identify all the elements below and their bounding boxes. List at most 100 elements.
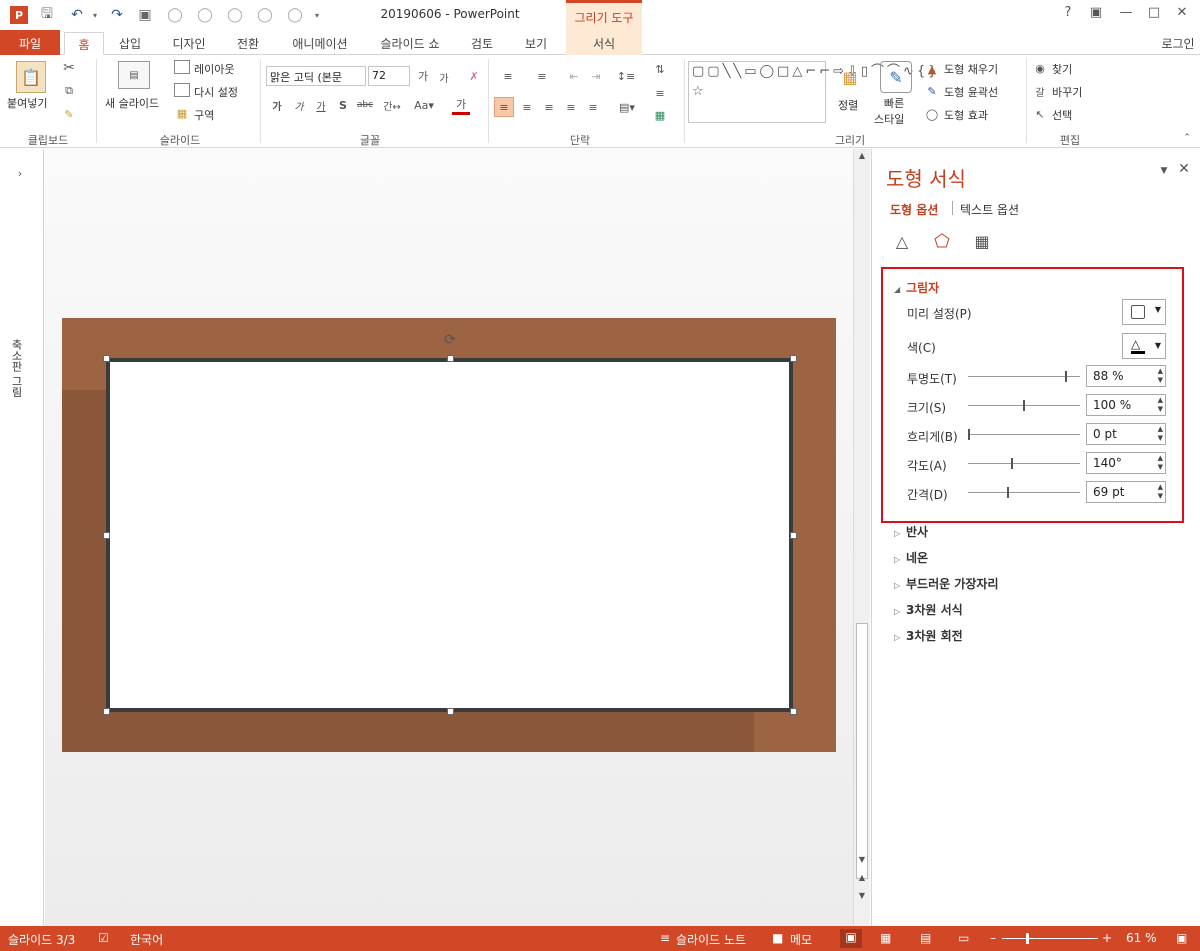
copy-icon[interactable]: ⧉	[60, 82, 78, 100]
resize-handle[interactable]	[103, 355, 110, 362]
shape-effects-icon[interactable]: ◯	[924, 106, 940, 122]
shape-fill-icon[interactable]: ▲	[924, 61, 940, 77]
line-spacing-icon[interactable]: ↕≡	[614, 67, 638, 85]
paste-button[interactable]: 붙여넣기	[7, 95, 47, 111]
zoom-in-icon[interactable]: +	[1102, 931, 1112, 945]
tab-format[interactable]: 서식	[566, 30, 642, 55]
increase-indent-icon[interactable]: ⇥	[588, 67, 604, 85]
paste-icon[interactable]: 📋	[16, 61, 46, 93]
scroll-up-icon[interactable]: ▲	[856, 151, 868, 163]
maximize-button[interactable]: □	[1142, 5, 1166, 25]
cut-icon[interactable]: ✂	[60, 59, 78, 77]
change-case-icon[interactable]: Aa▾	[410, 97, 438, 113]
find-icon[interactable]: ◉	[1032, 60, 1048, 76]
shape-effects-button[interactable]: 도형 효과	[944, 107, 988, 123]
undo-dropdown-icon[interactable]: ▾	[86, 6, 104, 24]
reset-icon[interactable]	[174, 83, 190, 97]
zoom-level[interactable]: 61 %	[1126, 931, 1157, 945]
shape-icon[interactable]: ◯	[226, 6, 244, 24]
tab-design[interactable]: 디자인	[162, 32, 216, 55]
smartart-icon[interactable]: ▦	[648, 107, 672, 123]
start-slideshow-icon[interactable]: ▣	[136, 6, 154, 24]
zoom-slider[interactable]	[1002, 938, 1098, 939]
justify-icon[interactable]: ≡	[562, 97, 580, 117]
resize-handle[interactable]	[447, 355, 454, 362]
spin-up-icon[interactable]: ▲	[1158, 483, 1163, 491]
distributed-icon[interactable]: ≡	[584, 97, 602, 117]
shape-icon[interactable]: ◯	[166, 6, 184, 24]
font-name-combo[interactable]: 맑은 고딕 (본문	[266, 66, 366, 86]
shapes-gallery[interactable]: ▢▢╲╲▭◯□△⌐⌐⇨⇩▯⌒⌒∿{}☆	[688, 61, 937, 123]
angle-slider[interactable]	[968, 458, 1080, 469]
minimize-button[interactable]: —	[1114, 5, 1138, 25]
font-color-icon[interactable]: 가	[452, 95, 470, 115]
resize-handle[interactable]	[447, 708, 454, 715]
reset-button[interactable]: 다시 설정	[194, 84, 238, 100]
select-icon[interactable]: ↖	[1032, 106, 1048, 122]
thumbnails-label[interactable]: 축소판 그림	[8, 339, 24, 398]
spin-up-icon[interactable]: ▲	[1158, 425, 1163, 433]
fit-to-window-icon[interactable]: ▣	[1176, 931, 1187, 945]
shadow-section-header[interactable]: ◢ 그림자	[894, 279, 939, 296]
spin-up-icon[interactable]: ▲	[1158, 367, 1163, 375]
notes-button[interactable]: 슬라이드 노트	[676, 931, 746, 948]
previous-slide-icon[interactable]: ▲	[856, 873, 868, 885]
bold-icon[interactable]: 가	[270, 97, 284, 113]
spin-up-icon[interactable]: ▲	[1158, 396, 1163, 404]
spin-down-icon[interactable]: ▼	[1158, 376, 1163, 384]
tab-transitions[interactable]: 전환	[226, 32, 270, 55]
bullets-icon[interactable]: ≡	[496, 67, 520, 85]
shape-icon[interactable]: ◯	[256, 6, 274, 24]
language-indicator[interactable]: 한국어	[130, 931, 163, 948]
expand-thumbnails-icon[interactable]: ›	[12, 165, 28, 181]
align-center-icon[interactable]: ≡	[518, 97, 536, 117]
new-slide-icon[interactable]: ▤	[118, 61, 150, 89]
italic-icon[interactable]: 가	[292, 97, 306, 113]
shrink-font-icon[interactable]: 가	[436, 69, 452, 85]
align-right-icon[interactable]: ≡	[540, 97, 558, 117]
blur-input[interactable]: 0 pt ▲ ▼	[1086, 423, 1166, 445]
selected-rectangle-shape[interactable]	[106, 358, 793, 712]
zoom-slider-thumb[interactable]	[1026, 933, 1029, 944]
slide-sorter-icon[interactable]: ▦	[880, 931, 891, 945]
preset-dropdown[interactable]: ▼	[1122, 299, 1166, 325]
shape-icon[interactable]: ◯	[196, 6, 214, 24]
fill-line-icon[interactable]: △	[890, 229, 914, 253]
replace-icon[interactable]: 갈	[1032, 83, 1048, 99]
color-dropdown[interactable]: △ ▼	[1122, 333, 1166, 359]
resize-handle[interactable]	[103, 532, 110, 539]
rotate-handle-icon[interactable]: ⟳	[442, 332, 458, 348]
section-icon[interactable]: ▦	[174, 106, 190, 120]
new-slide-button[interactable]: 새 슬라이드	[105, 95, 159, 111]
spin-down-icon[interactable]: ▼	[1158, 405, 1163, 413]
3d-format-section-header[interactable]: ▷ 3차원 서식	[894, 601, 963, 618]
spin-down-icon[interactable]: ▼	[1158, 492, 1163, 500]
find-button[interactable]: 찾기	[1052, 61, 1072, 77]
select-button[interactable]: 선택	[1052, 107, 1072, 123]
effects-icon[interactable]: ⬠	[930, 229, 954, 253]
shape-outline-button[interactable]: 도형 윤곽선	[944, 84, 998, 100]
login-link[interactable]: 로그인	[1156, 32, 1200, 55]
transparency-input[interactable]: 88 % ▲ ▼	[1086, 365, 1166, 387]
tab-insert[interactable]: 삽입	[110, 32, 150, 55]
layout-icon[interactable]	[174, 60, 190, 74]
strikethrough-icon[interactable]: abc	[356, 97, 374, 113]
collapse-ribbon-icon[interactable]: ⌃	[1180, 131, 1194, 145]
arrange-button[interactable]: 정렬	[838, 97, 858, 113]
resize-handle[interactable]	[790, 708, 797, 715]
soft-edges-section-header[interactable]: ▷ 부드러운 가장자리	[894, 575, 999, 592]
clear-formatting-icon[interactable]: ✗	[464, 67, 484, 85]
3d-rotation-section-header[interactable]: ▷ 3차원 회전	[894, 627, 963, 644]
redo-icon[interactable]: ↷	[108, 6, 126, 24]
angle-input[interactable]: 140° ▲ ▼	[1086, 452, 1166, 474]
tab-home[interactable]: 홈	[64, 32, 104, 55]
slider-thumb[interactable]	[1010, 458, 1013, 469]
transparency-slider[interactable]	[968, 371, 1080, 382]
arrange-icon[interactable]: ▦	[836, 63, 864, 91]
columns-icon[interactable]: ▤▾	[614, 97, 640, 117]
tab-view[interactable]: 보기	[516, 32, 556, 55]
spin-down-icon[interactable]: ▼	[1158, 463, 1163, 471]
format-painter-icon[interactable]: ✎	[60, 105, 78, 123]
tab-shape-options[interactable]: 도형 옵션	[890, 201, 938, 218]
scroll-down-icon[interactable]: ▼	[856, 855, 868, 867]
